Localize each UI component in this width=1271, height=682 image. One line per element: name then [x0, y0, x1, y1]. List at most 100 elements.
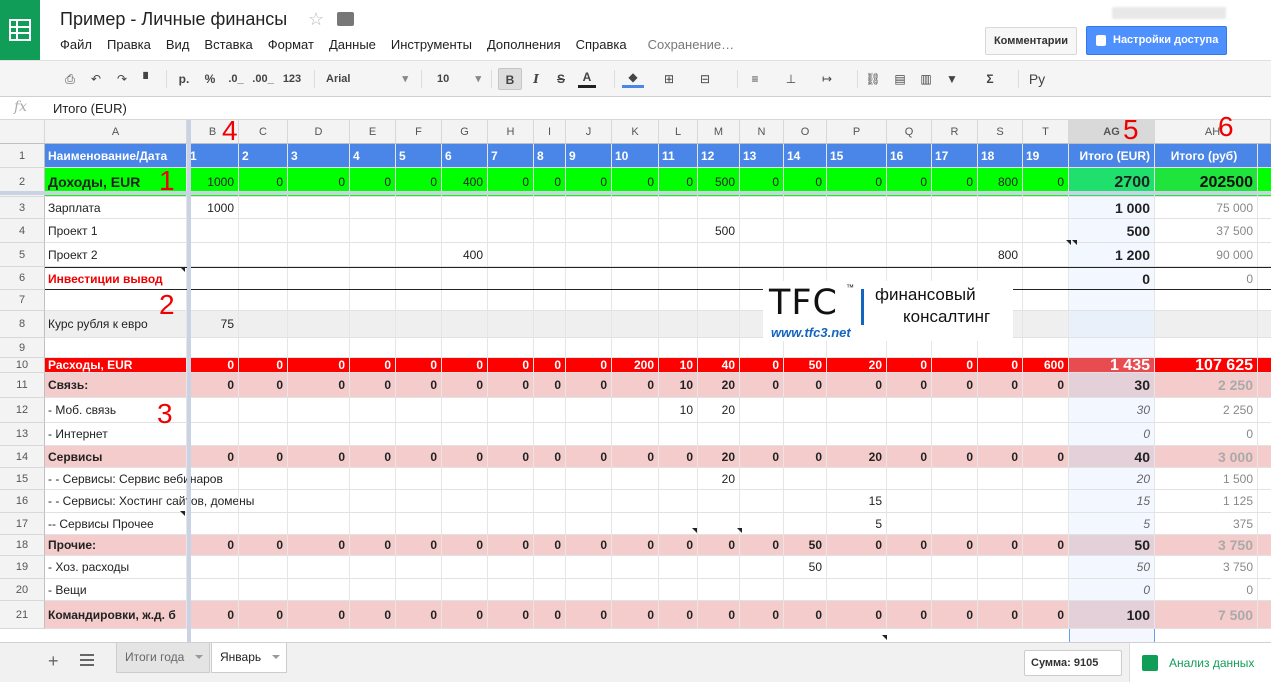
document-title[interactable]: Пример - Личные финансы: [60, 9, 287, 30]
value-cell[interactable]: [1023, 197, 1069, 218]
value-cell[interactable]: 0: [566, 446, 612, 467]
column-header[interactable]: I: [534, 120, 566, 144]
row-label-cell[interactable]: Наименование/Дата: [45, 144, 187, 167]
value-cell[interactable]: 0: [827, 373, 887, 397]
value-cell[interactable]: 0: [239, 446, 288, 467]
total-rub-cell[interactable]: 3 000: [1155, 446, 1258, 467]
row-label-cell[interactable]: Сервисы: [45, 446, 187, 467]
value-cell[interactable]: [288, 423, 350, 445]
value-cell[interactable]: [932, 468, 978, 489]
column-header[interactable]: T: [1023, 120, 1069, 144]
value-cell[interactable]: [566, 398, 612, 422]
sheet-tab-year-totals[interactable]: Итоги года: [116, 643, 210, 673]
explore-button[interactable]: Анализ данных: [1129, 643, 1271, 682]
value-cell[interactable]: [239, 311, 288, 337]
value-cell[interactable]: 20: [698, 446, 740, 467]
value-cell[interactable]: 0: [698, 601, 740, 628]
total-eur-cell[interactable]: [1069, 338, 1155, 357]
value-cell[interactable]: 0: [740, 535, 784, 555]
value-cell[interactable]: [1023, 423, 1069, 445]
value-cell[interactable]: [698, 290, 740, 310]
decrease-decimal-button[interactable]: .0_: [226, 68, 246, 90]
value-cell[interactable]: 14: [784, 144, 827, 167]
value-cell[interactable]: [612, 290, 659, 310]
total-eur-cell[interactable]: 50: [1069, 535, 1155, 555]
total-eur-cell[interactable]: 20: [1069, 468, 1155, 489]
value-cell[interactable]: 0: [350, 601, 396, 628]
value-cell[interactable]: [612, 338, 659, 357]
value-cell[interactable]: 0: [978, 358, 1023, 372]
value-cell[interactable]: [566, 423, 612, 445]
value-cell[interactable]: 0: [740, 446, 784, 467]
filter-icon[interactable]: ▼: [943, 68, 961, 90]
value-cell[interactable]: 0: [887, 373, 932, 397]
row-label-cell[interactable]: - - Сервисы: Сервис вебинаров: [45, 468, 223, 489]
value-cell[interactable]: 600: [1023, 358, 1069, 372]
value-cell[interactable]: [659, 243, 698, 266]
value-cell[interactable]: 0: [978, 446, 1023, 467]
star-icon[interactable]: ☆: [308, 9, 324, 30]
value-cell[interactable]: [887, 490, 932, 512]
value-cell[interactable]: [1023, 468, 1069, 489]
total-eur-cell[interactable]: 30: [1069, 398, 1155, 422]
value-cell[interactable]: [187, 423, 239, 445]
value-cell[interactable]: [612, 197, 659, 218]
value-cell[interactable]: 0: [932, 358, 978, 372]
value-cell[interactable]: 20: [698, 468, 740, 489]
value-cell[interactable]: [659, 219, 698, 242]
value-cell[interactable]: [534, 556, 566, 578]
share-button[interactable]: Настройки доступа: [1086, 26, 1227, 55]
value-cell[interactable]: 0: [698, 535, 740, 555]
value-cell[interactable]: [534, 490, 566, 512]
value-cell[interactable]: [534, 243, 566, 266]
value-cell[interactable]: [488, 513, 534, 534]
total-rub-cell[interactable]: 90 000: [1155, 243, 1258, 266]
value-cell[interactable]: [932, 219, 978, 242]
value-cell[interactable]: 0: [442, 373, 488, 397]
row-header[interactable]: 10: [0, 358, 45, 373]
total-rub-cell[interactable]: 37 500: [1155, 219, 1258, 242]
strikethrough-button[interactable]: S: [553, 68, 569, 90]
total-eur-cell[interactable]: 0: [1069, 268, 1155, 289]
value-cell[interactable]: [698, 513, 740, 534]
row-label-cell[interactable]: [45, 338, 187, 357]
column-header[interactable]: M: [698, 120, 740, 144]
value-cell[interactable]: 0: [396, 358, 442, 372]
increase-decimal-button[interactable]: .00_: [251, 68, 275, 90]
column-header[interactable]: R: [932, 120, 978, 144]
value-cell[interactable]: [566, 579, 612, 600]
value-cell[interactable]: 0: [740, 601, 784, 628]
value-cell[interactable]: [612, 268, 659, 289]
value-cell[interactable]: 0: [288, 601, 350, 628]
value-cell[interactable]: [827, 579, 887, 600]
column-header[interactable]: J: [566, 120, 612, 144]
value-cell[interactable]: [187, 490, 239, 512]
total-rub-cell[interactable]: 0: [1155, 423, 1258, 445]
select-all-corner[interactable]: [0, 120, 45, 144]
value-cell[interactable]: [978, 490, 1023, 512]
menu-format[interactable]: Формат: [268, 37, 314, 53]
value-cell[interactable]: [566, 338, 612, 357]
value-cell[interactable]: [396, 338, 442, 357]
value-cell[interactable]: [827, 243, 887, 266]
total-rub-cell[interactable]: 107 625: [1155, 358, 1258, 374]
value-cell[interactable]: [740, 197, 784, 218]
value-cell[interactable]: 0: [827, 601, 887, 628]
value-cell[interactable]: 0: [784, 373, 827, 397]
row-label-cell[interactable]: Инвестиции вывод: [45, 268, 187, 289]
value-cell[interactable]: [350, 490, 396, 512]
comment-indicator-icon[interactable]: [882, 635, 887, 640]
value-cell[interactable]: [488, 579, 534, 600]
value-cell[interactable]: [488, 556, 534, 578]
column-header[interactable]: H: [488, 120, 534, 144]
value-cell[interactable]: 0: [887, 601, 932, 628]
value-cell[interactable]: [396, 423, 442, 445]
value-cell[interactable]: [698, 338, 740, 357]
total-rub-cell[interactable]: [1155, 290, 1258, 310]
value-cell[interactable]: 400: [442, 243, 488, 266]
menu-view[interactable]: Вид: [166, 37, 190, 53]
value-cell[interactable]: [442, 490, 488, 512]
value-cell[interactable]: [442, 468, 488, 489]
column-header[interactable]: S: [978, 120, 1023, 144]
value-cell[interactable]: [740, 423, 784, 445]
